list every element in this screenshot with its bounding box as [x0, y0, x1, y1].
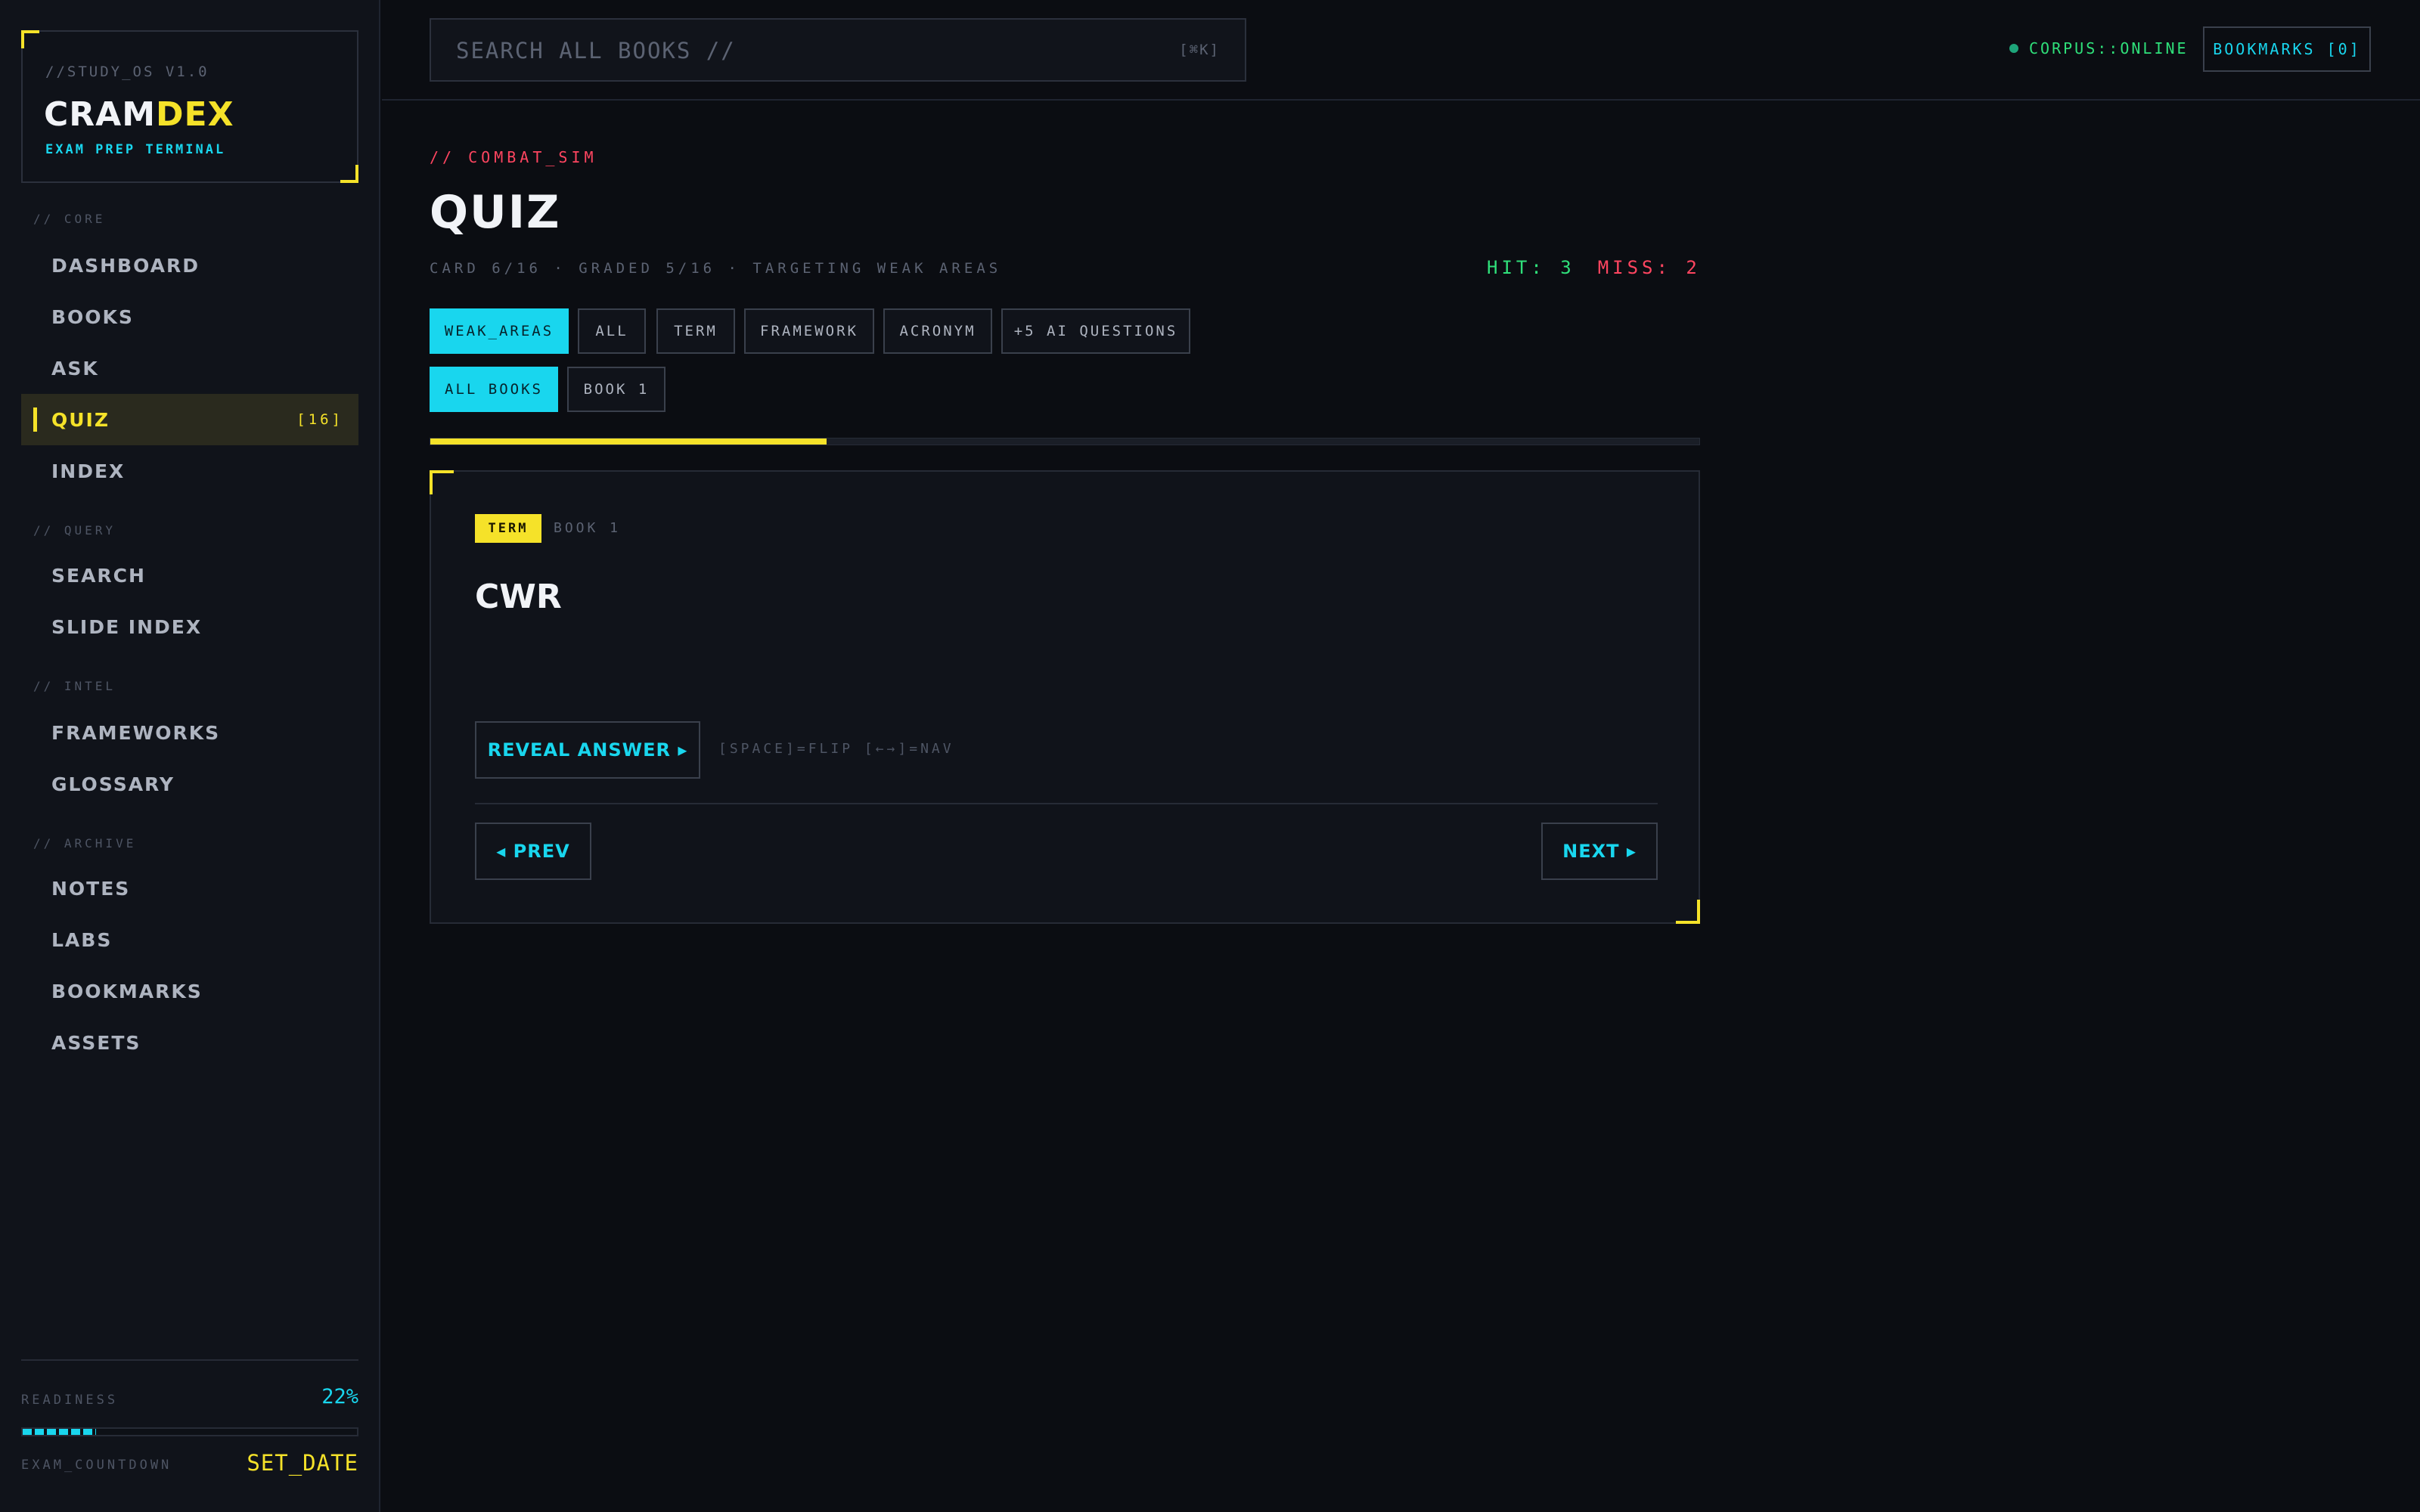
card-term: CWR — [475, 578, 562, 616]
sidebar-item-search[interactable]: SEARCH — [21, 550, 358, 601]
quiz-meta: CARD 6/16 · GRADED 5/16 · TARGETING WEAK… — [430, 260, 1002, 277]
nav-section-archive: // ARCHIVE — [33, 836, 137, 850]
miss-count: MISS: 2 — [1597, 257, 1701, 278]
filter-acronym[interactable]: ACRONYM — [883, 308, 992, 354]
search-placeholder: SEARCH ALL BOOKS // — [456, 38, 736, 64]
readiness-bar-fill — [23, 1429, 97, 1435]
quiz-progress-fill — [430, 438, 827, 445]
keyboard-hint: [SPACE]=FLIP [←→]=NAV — [718, 741, 954, 757]
sidebar-item-label: DASHBOARD — [51, 254, 200, 277]
sidebar-item-label: GLOSSARY — [51, 773, 175, 795]
reveal-answer-button[interactable]: REVEAL ANSWER ▸ — [475, 721, 700, 779]
top-bar: SEARCH ALL BOOKS // [⌘K] CORPUS::ONLINE … — [382, 0, 2420, 101]
quiz-progress-bar — [430, 438, 1700, 445]
nav-section-intel: // INTEL — [33, 679, 116, 693]
add-ai-questions-button[interactable]: +5 AI QUESTIONS — [1001, 308, 1190, 354]
book-filter-all-books[interactable]: ALL BOOKS — [430, 367, 558, 412]
corner-accent-icon — [340, 165, 358, 183]
sidebar-item-label: BOOKS — [51, 305, 134, 328]
bookmarks-button[interactable]: BOOKMARKS [0] — [2203, 26, 2371, 72]
sidebar-item-glossary[interactable]: GLOSSARY — [21, 758, 358, 810]
filter-term[interactable]: TERM — [656, 308, 735, 354]
filter-weak-areas[interactable]: WEAK_AREAS — [430, 308, 569, 354]
flashcard: TERM BOOK 1 CWR REVEAL ANSWER ▸ [SPACE]=… — [430, 470, 1700, 924]
brand-version: //STUDY_OS V1.0 — [45, 64, 209, 80]
corpus-status: CORPUS::ONLINE — [2009, 39, 2189, 57]
sidebar-item-notes[interactable]: NOTES — [21, 863, 358, 914]
sidebar-item-bookmarks[interactable]: BOOKMARKS — [21, 965, 358, 1017]
readiness-label: READINESS — [21, 1393, 119, 1408]
brand-logo: CRAMDEX — [44, 95, 234, 134]
card-type-badge: TERM — [475, 514, 541, 543]
next-button[interactable]: NEXT ▸ — [1541, 823, 1658, 880]
hit-count: HIT: 3 — [1487, 257, 1575, 278]
brand-panel: //STUDY_OS V1.0 CRAMDEX EXAM PREP TERMIN… — [21, 30, 358, 183]
sidebar-item-label: FRAMEWORKS — [51, 721, 221, 744]
filter-all[interactable]: ALL — [578, 308, 646, 354]
corpus-status-text: CORPUS::ONLINE — [2029, 39, 2189, 57]
readiness-bar — [21, 1427, 358, 1436]
section-tag: // COMBAT_SIM — [430, 148, 597, 166]
sidebar-item-slide-index[interactable]: SLIDE INDEX — [21, 601, 358, 652]
status-dot-icon — [2009, 44, 2018, 53]
sidebar-item-dashboard[interactable]: DASHBOARD — [21, 240, 358, 291]
sidebar-item-label: ASSETS — [51, 1031, 141, 1054]
sidebar-footer: READINESS 22% EXAM_COUNTDOWN SET_DATE — [21, 1359, 358, 1476]
sidebar-item-index[interactable]: INDEX — [21, 445, 358, 497]
sidebar-item-label: SLIDE INDEX — [51, 615, 203, 638]
book-filter-book-1[interactable]: BOOK 1 — [567, 367, 666, 412]
search-shortcut-hint: [⌘K] — [1179, 42, 1220, 58]
filter-framework[interactable]: FRAMEWORK — [744, 308, 874, 354]
sidebar-item-label: SEARCH — [51, 564, 146, 587]
nav-section-query: // QUERY — [33, 523, 116, 538]
sidebar-item-label: INDEX — [51, 460, 126, 482]
sidebar: //STUDY_OS V1.0 CRAMDEX EXAM PREP TERMIN… — [0, 0, 380, 1512]
sidebar-item-labs[interactable]: LABS — [21, 914, 358, 965]
sidebar-item-books[interactable]: BOOKS — [21, 291, 358, 342]
sidebar-item-label: BOOKMARKS — [51, 980, 203, 1002]
page-title: QUIZ — [430, 186, 561, 239]
corner-accent-icon — [1676, 900, 1700, 924]
prev-button[interactable]: ◂ PREV — [475, 823, 591, 880]
readiness-value: 22% — [321, 1385, 358, 1408]
brand-title-accent: DEX — [156, 95, 234, 134]
sidebar-item-assets[interactable]: ASSETS — [21, 1017, 358, 1068]
sidebar-item-label: ASK — [51, 357, 99, 380]
score-readout: HIT: 3 MISS: 2 — [1487, 257, 1701, 278]
corner-accent-icon — [21, 30, 39, 48]
sidebar-item-frameworks[interactable]: FRAMEWORKS — [21, 707, 358, 758]
sidebar-item-label: LABS — [51, 928, 113, 951]
sidebar-item-ask[interactable]: ASK — [21, 342, 358, 394]
sidebar-item-label: QUIZ — [51, 408, 110, 431]
exam-countdown-set-date[interactable]: SET_DATE — [247, 1450, 358, 1476]
sidebar-item-label: NOTES — [51, 877, 131, 900]
sidebar-item-quiz[interactable]: QUIZ [16] — [21, 394, 358, 445]
search-input[interactable]: SEARCH ALL BOOKS // [⌘K] — [430, 18, 1246, 82]
quiz-count-badge: [16] — [296, 411, 343, 428]
corner-accent-icon — [430, 470, 454, 494]
card-divider — [475, 803, 1658, 804]
brand-subtitle: EXAM PREP TERMINAL — [45, 142, 226, 157]
exam-countdown-label: EXAM_COUNTDOWN — [21, 1458, 172, 1473]
brand-title-main: CRAM — [44, 95, 157, 134]
card-book-label: BOOK 1 — [554, 520, 622, 536]
nav-section-core: // CORE — [33, 212, 106, 226]
